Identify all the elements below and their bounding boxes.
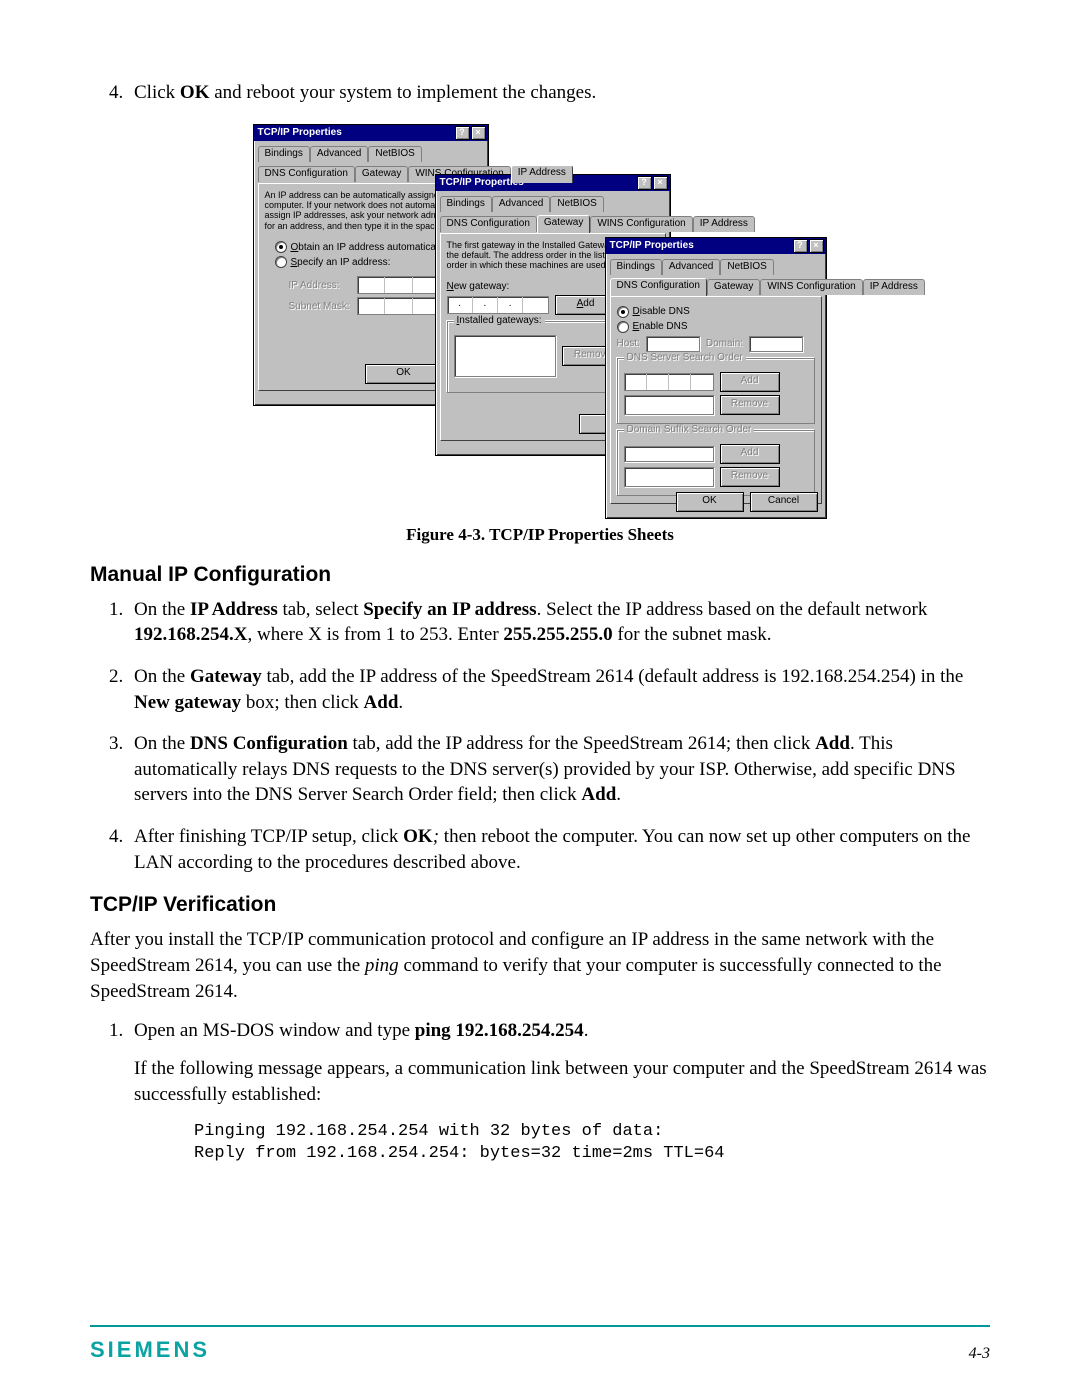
tab-dns[interactable]: DNS Configuration [258, 166, 355, 182]
dialog-dns: TCP/IP Properties ? × Bindings Advanced … [605, 237, 827, 519]
figure-4-3: TCP/IP Properties ? × Bindings Advanced … [253, 124, 828, 519]
input-suffix[interactable] [624, 446, 714, 462]
tab-bindings[interactable]: Bindings [258, 146, 310, 162]
title-text: TCP/IP Properties [258, 127, 342, 138]
tab-dns[interactable]: DNS Configuration [610, 278, 707, 296]
brand-logo: SIEMENS [90, 1337, 210, 1363]
tab-gateway[interactable]: Gateway [355, 166, 408, 182]
input-dns[interactable] [624, 373, 714, 391]
label-suffix-order: Domain Suffix Search Order [624, 424, 755, 435]
help-button[interactable]: ? [793, 239, 808, 253]
remove-button[interactable]: Remove [720, 395, 780, 415]
radio-disable-dns[interactable]: Disable DNS [617, 306, 815, 318]
manual-step-1: On the IP Address tab, select Specify an… [128, 597, 990, 648]
label-installed: Installed gateways: [454, 315, 545, 326]
list-suffix[interactable] [624, 467, 714, 487]
verify-follow: If the following message appears, a comm… [134, 1056, 990, 1107]
tab-gateway[interactable]: Gateway [537, 215, 590, 233]
radio-label: Specify an IP address: [291, 257, 391, 268]
tab-ipaddress[interactable]: IP Address [693, 216, 755, 232]
label-ip: IP Address: [289, 280, 351, 291]
manual-step-2: On the Gateway tab, add the IP address o… [128, 664, 990, 715]
tab-wins[interactable]: WINS Configuration [760, 279, 862, 295]
close-button[interactable]: × [471, 126, 486, 140]
label-domain: Domain: [706, 338, 743, 349]
tab-gateway[interactable]: Gateway [707, 279, 760, 295]
label-host: Host: [617, 338, 640, 349]
tab-netbios[interactable]: NetBIOS [550, 196, 603, 212]
radio-enable-dns[interactable]: Enable DNS [617, 321, 815, 333]
tab-advanced[interactable]: Advanced [492, 196, 550, 212]
list-installed-gateways[interactable] [454, 335, 556, 377]
close-button[interactable]: × [809, 239, 824, 253]
add-button[interactable]: Add [720, 444, 780, 464]
radio-icon [275, 256, 287, 268]
remove-button[interactable]: Remove [720, 467, 780, 487]
add-button[interactable]: Add [720, 372, 780, 392]
cancel-button[interactable]: Cancel [750, 492, 818, 512]
tab-ipaddress[interactable]: IP Address [863, 279, 925, 295]
tab-wins[interactable]: WINS Configuration [590, 216, 692, 232]
titlebar: TCP/IP Properties ? × [254, 125, 488, 141]
step-4: Click OK and reboot your system to imple… [128, 80, 990, 106]
tab-netbios[interactable]: NetBIOS [720, 259, 773, 275]
figure-caption: Figure 4-3. TCP/IP Properties Sheets [90, 525, 990, 545]
radio-label: Enable DNS [633, 321, 688, 332]
tab-advanced[interactable]: Advanced [662, 259, 720, 275]
title-text: TCP/IP Properties [610, 240, 694, 251]
txt-bold: OK [180, 82, 210, 103]
footer-rule [90, 1325, 990, 1327]
radio-icon [617, 321, 629, 333]
close-button[interactable]: × [653, 176, 668, 190]
tab-advanced[interactable]: Advanced [310, 146, 368, 162]
heading-manual-ip: Manual IP Configuration [90, 563, 990, 587]
manual-step-3: On the DNS Configuration tab, add the IP… [128, 731, 990, 808]
tab-netbios[interactable]: NetBIOS [368, 146, 421, 162]
txt: and reboot your system to implement the … [209, 82, 596, 103]
manual-step-4: After finishing TCP/IP setup, click OK; … [128, 824, 990, 875]
ok-button[interactable]: OK [365, 364, 443, 384]
label-mask: Subnet Mask: [289, 301, 351, 312]
page-number: 4-3 [969, 1345, 990, 1363]
tab-dns[interactable]: DNS Configuration [440, 216, 537, 232]
label-search-order: DNS Server Search Order [624, 352, 746, 363]
txt: Click [134, 82, 180, 103]
radio-icon [275, 241, 287, 253]
radio-label: Disable DNS [633, 306, 690, 317]
input-host[interactable] [646, 336, 700, 352]
titlebar: TCP/IP Properties ? × [606, 238, 826, 254]
tab-bindings[interactable]: Bindings [440, 196, 492, 212]
help-button[interactable]: ? [637, 176, 652, 190]
heading-verification: TCP/IP Verification [90, 893, 990, 917]
verify-step-1: Open an MS-DOS window and type ping 192.… [128, 1018, 990, 1163]
input-domain[interactable] [749, 336, 803, 352]
help-button[interactable]: ? [455, 126, 470, 140]
input-new-gateway[interactable]: ... [447, 296, 549, 314]
ping-output: Pinging 192.168.254.254 with 32 bytes of… [194, 1121, 990, 1164]
verify-para: After you install the TCP/IP communicati… [90, 927, 990, 1004]
radio-icon [617, 306, 629, 318]
radio-label: OObtain an IP address automaticallybtain… [291, 242, 446, 253]
tabs-row1: Bindings Advanced NetBIOS [258, 145, 484, 161]
ok-button[interactable]: OK [676, 492, 744, 512]
tab-bindings[interactable]: Bindings [610, 259, 662, 275]
list-dns[interactable] [624, 395, 714, 415]
tab-ipaddress[interactable]: IP Address [511, 165, 573, 183]
